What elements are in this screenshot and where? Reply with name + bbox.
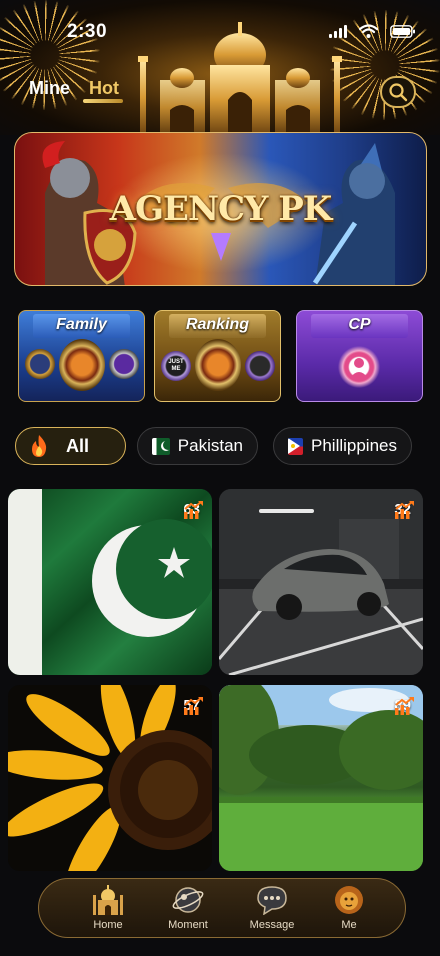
ranking-badge-text: JUST ME <box>168 359 184 372</box>
trending-up-icon <box>184 697 204 715</box>
sunflower-image <box>8 685 212 871</box>
wifi-icon <box>359 24 378 38</box>
room-count: 89 <box>394 697 415 715</box>
nav-home-label: Home <box>93 919 123 931</box>
bottom-nav: Home Moment Message Me <box>38 878 406 938</box>
nav-moment-label: Moment <box>168 919 208 931</box>
status-time: 2:30 <box>67 21 108 42</box>
lion-icon <box>332 883 366 917</box>
fire-icon <box>32 435 47 457</box>
nav-home[interactable]: Home <box>73 883 143 931</box>
trending-up-icon <box>184 501 204 519</box>
filter-all[interactable]: All <box>15 427 126 465</box>
filter-philippines-label: Phillippines <box>311 436 397 455</box>
sports-car-image <box>219 489 423 675</box>
battery-icon <box>390 24 415 38</box>
ranking-emblem-right <box>245 351 275 381</box>
family-emblem-left <box>25 349 55 379</box>
search-button[interactable] <box>380 76 416 108</box>
planet-icon <box>171 883 205 917</box>
nav-message-label: Message <box>249 919 295 931</box>
search-icon <box>389 83 408 102</box>
category-cp[interactable]: CP <box>296 310 423 402</box>
room-card-park[interactable]: 89 <box>219 685 423 871</box>
category-ranking-label: Ranking <box>185 316 250 333</box>
filter-pakistan[interactable]: Pakistan <box>137 427 258 465</box>
room-card-sunflower[interactable]: 57 <box>8 685 212 871</box>
category-ranking[interactable]: Ranking JUST ME <box>154 310 281 402</box>
header: 2:30 Mine Hot <box>0 0 440 135</box>
room-card-sports-car[interactable]: 32 <box>219 489 423 675</box>
tab-mine[interactable]: Mine <box>29 78 70 99</box>
nav-me-label: Me <box>341 919 357 931</box>
room-count: 32 <box>394 501 415 519</box>
nav-moment[interactable]: Moment <box>153 883 223 931</box>
family-emblem-right <box>109 349 139 379</box>
category-cp-label: CP <box>348 316 371 333</box>
room-count: 57 <box>183 697 204 715</box>
filter-philippines[interactable]: Phillippines <box>273 427 412 465</box>
chat-icon <box>255 883 289 917</box>
trending-up-icon <box>395 697 415 715</box>
active-tab-indicator <box>83 99 123 103</box>
park-image <box>219 685 423 871</box>
family-emblem-center <box>59 339 105 391</box>
filter-pakistan-label: Pakistan <box>177 436 243 455</box>
ranking-emblem-left: JUST ME <box>161 351 191 381</box>
nav-message[interactable]: Message <box>237 883 307 931</box>
signal-icon <box>329 24 347 38</box>
banner-title: AGENCY PK <box>109 189 333 229</box>
category-family-label: Family <box>56 316 107 333</box>
palace-illustration <box>138 22 342 135</box>
trending-up-icon <box>395 501 415 519</box>
filter-all-label: All <box>66 435 90 456</box>
pakistan-flag-icon <box>152 437 170 455</box>
category-family[interactable]: Family <box>18 310 145 402</box>
agency-pk-banner[interactable]: AGENCY PK <box>14 132 427 286</box>
room-count: 63 <box>183 501 204 519</box>
palace-icon <box>91 883 125 917</box>
room-card-pakistan-flag[interactable]: 63 <box>8 489 212 675</box>
philippines-flag-icon <box>288 437 303 455</box>
pakistan-flag-image <box>8 489 212 675</box>
cp-avatar-icon <box>350 358 368 378</box>
tab-hot[interactable]: Hot <box>89 78 119 99</box>
ranking-emblem-center <box>195 339 241 391</box>
nav-me[interactable]: Me <box>314 883 384 931</box>
status-icons <box>329 24 416 38</box>
